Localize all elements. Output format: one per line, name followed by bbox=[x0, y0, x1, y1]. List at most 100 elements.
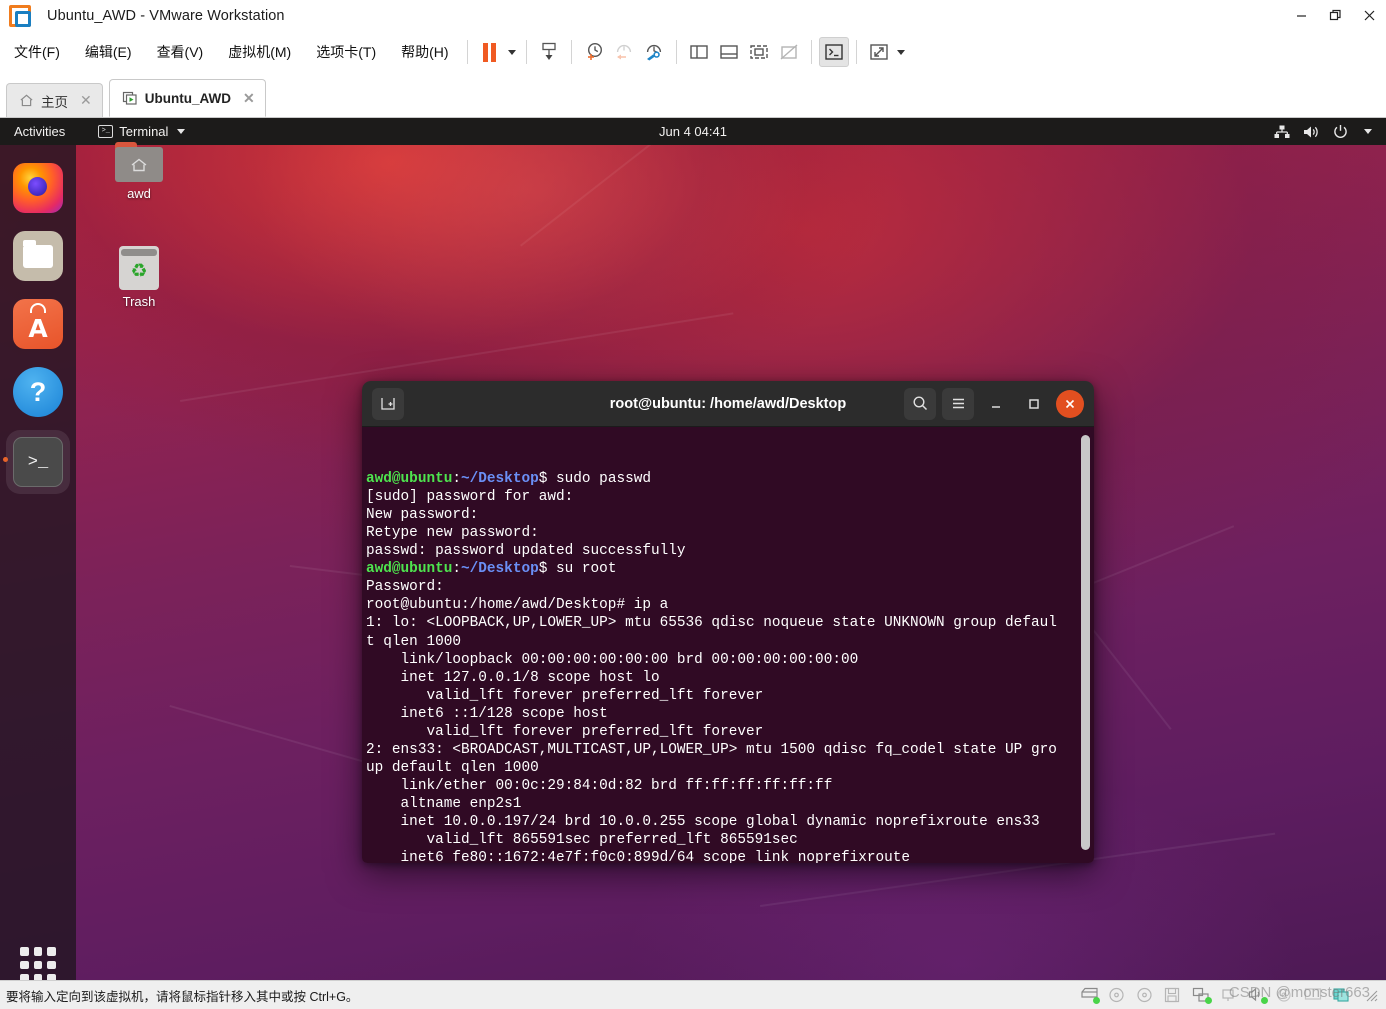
terminal-line: Retype new password: bbox=[366, 525, 539, 542]
terminal-output-area[interactable]: awd@ubuntu:~/Desktop$ sudo passwd [sudo] … bbox=[362, 427, 1094, 863]
expand-arrows-icon bbox=[869, 44, 888, 60]
terminal-line: passwd: password updated successfully bbox=[366, 543, 686, 560]
suspend-button[interactable] bbox=[475, 37, 505, 67]
dock-item-files[interactable] bbox=[13, 231, 63, 281]
usb-icon[interactable] bbox=[1220, 987, 1239, 1003]
ubuntu-software-icon bbox=[30, 303, 46, 313]
show-thumbnail-bar-button[interactable] bbox=[714, 37, 744, 67]
dock-item-firefox[interactable] bbox=[13, 163, 63, 213]
snapshot-add-icon bbox=[587, 42, 602, 60]
terminal-minimize-button[interactable] bbox=[980, 388, 1012, 420]
volume-indicator-icon bbox=[1304, 126, 1318, 137]
window-title: Ubuntu_AWD - VMware Workstation bbox=[47, 7, 285, 24]
console-view-button[interactable] bbox=[818, 37, 849, 67]
panel-bottom-icon bbox=[719, 45, 738, 59]
device-status-icons bbox=[1080, 987, 1386, 1004]
terminal-line: root@ubuntu:/home/awd/Desktop# ip a bbox=[366, 597, 669, 614]
tab-home[interactable]: 主页 ✕ bbox=[6, 83, 103, 117]
power-indicator-icon bbox=[1334, 125, 1347, 138]
cd-drive-2-icon[interactable] bbox=[1136, 987, 1155, 1003]
terminal-line: inet 10.0.0.197/24 brd 10.0.0.255 scope … bbox=[366, 813, 1040, 830]
terminal-close-button[interactable] bbox=[1056, 389, 1084, 418]
take-snapshot-button[interactable] bbox=[579, 37, 609, 67]
system-indicators[interactable] bbox=[1274, 124, 1372, 139]
menu-view[interactable]: 查看(V) bbox=[146, 38, 215, 66]
desktop-icon-awd-label: awd bbox=[127, 186, 151, 201]
home-icon bbox=[20, 94, 33, 107]
menu-help[interactable]: 帮助(H) bbox=[390, 38, 459, 66]
toolbar-divider bbox=[466, 40, 468, 64]
stretch-dropdown[interactable] bbox=[894, 38, 908, 66]
firefox-icon bbox=[28, 177, 47, 196]
network-adapter-icon[interactable] bbox=[1192, 987, 1212, 1004]
console-icon bbox=[824, 44, 843, 60]
display-icon[interactable] bbox=[1304, 987, 1323, 1003]
show-applications-button[interactable] bbox=[20, 947, 56, 980]
hard-disk-icon[interactable] bbox=[1080, 987, 1100, 1004]
terminal-line: 2: ens33: <BROADCAST,MULTICAST,UP,LOWER_… bbox=[366, 741, 1057, 758]
restore-button[interactable] bbox=[1318, 0, 1352, 31]
terminal-line: 1: lo: <LOOPBACK,UP,LOWER_UP> mtu 65536 … bbox=[366, 615, 1057, 632]
status-message: 要将输入定向到该虚拟机，请将鼠标指针移入其中或按 Ctrl+G。 bbox=[6, 989, 359, 1004]
close-button[interactable] bbox=[1352, 0, 1386, 31]
ubuntu-dock: A ? >_ bbox=[0, 145, 76, 980]
desktop-icon-awd[interactable]: awd bbox=[103, 142, 175, 201]
system-menu-chevron-icon bbox=[1364, 129, 1372, 134]
resize-grip-icon[interactable] bbox=[1364, 988, 1378, 1002]
new-tab-button[interactable] bbox=[372, 387, 404, 420]
terminal-menu-button[interactable] bbox=[942, 387, 974, 420]
menu-vm[interactable]: 虚拟机(M) bbox=[217, 38, 302, 66]
send-keys-icon bbox=[541, 42, 556, 60]
home-folder-icon bbox=[115, 142, 163, 182]
tab-ubuntu-awd-label: Ubuntu_AWD bbox=[144, 90, 231, 106]
fullscreen-icon bbox=[749, 45, 768, 59]
power-dropdown[interactable] bbox=[505, 38, 519, 66]
manage-snapshots-button[interactable] bbox=[639, 37, 669, 67]
unity-mode-button[interactable] bbox=[774, 37, 804, 67]
dock-item-terminal[interactable]: >_ bbox=[13, 437, 63, 487]
chevron-down-icon bbox=[507, 49, 516, 55]
minimize-button[interactable] bbox=[1284, 0, 1318, 31]
terminal-window: root@ubuntu: /home/awd/Desktop awd@ubunt… bbox=[362, 381, 1094, 863]
chevron-down-icon bbox=[896, 49, 905, 55]
stretch-guest-button[interactable] bbox=[864, 37, 894, 67]
cd-drive-icon[interactable] bbox=[1108, 987, 1127, 1003]
terminal-line: link/loopback 00:00:00:00:00:00 brd 00:0… bbox=[366, 651, 859, 668]
terminal-line: valid_lft forever preferred_lft forever bbox=[366, 723, 764, 740]
help-icon: ? bbox=[29, 376, 47, 407]
revert-snapshot-button[interactable] bbox=[609, 37, 639, 67]
terminal-search-button[interactable] bbox=[904, 387, 936, 420]
tab-home-label: 主页 bbox=[41, 94, 68, 110]
terminal-line: altname enp2s1 bbox=[366, 795, 522, 812]
menu-file[interactable]: 文件(F) bbox=[3, 38, 71, 66]
apps-grid-icon bbox=[20, 947, 29, 956]
toolbar-divider-3 bbox=[570, 40, 572, 64]
floppy-icon[interactable] bbox=[1164, 987, 1183, 1003]
vmware-tools-icon[interactable] bbox=[1332, 987, 1351, 1003]
close-icon[interactable]: ✕ bbox=[243, 90, 255, 107]
close-icon[interactable]: ✕ bbox=[80, 92, 92, 109]
menu-tabs[interactable]: 选项卡(T) bbox=[305, 38, 387, 66]
send-ctrl-alt-del-button[interactable] bbox=[534, 37, 564, 67]
full-screen-button[interactable] bbox=[744, 37, 774, 67]
terminal-scrollbar[interactable] bbox=[1081, 435, 1090, 855]
menu-edit[interactable]: 编辑(E) bbox=[74, 38, 143, 66]
gnome-top-bar: Activities >_ Terminal Jun 4 04:41 bbox=[0, 118, 1386, 145]
dock-item-help[interactable]: ? bbox=[13, 367, 63, 417]
vmware-tab-strip: 主页 ✕ Ubuntu_AWD ✕ bbox=[0, 73, 1386, 118]
printer-icon[interactable] bbox=[1276, 987, 1295, 1003]
new-tab-icon bbox=[381, 397, 395, 410]
toolbar-divider-2 bbox=[525, 40, 527, 64]
clock[interactable]: Jun 4 04:41 bbox=[0, 124, 1386, 139]
vmware-status-bar: 要将输入定向到该虚拟机，请将鼠标指针移入其中或按 Ctrl+G。 bbox=[0, 980, 1386, 1009]
tab-ubuntu-awd[interactable]: Ubuntu_AWD ✕ bbox=[108, 79, 266, 117]
terminal-maximize-button[interactable] bbox=[1018, 388, 1050, 420]
terminal-line: inet6 fe80::1672:4e7f:f0c0:899d/64 scope… bbox=[366, 850, 911, 863]
network-indicator-icon bbox=[1274, 125, 1290, 138]
dock-item-software[interactable]: A bbox=[13, 299, 63, 349]
desktop-icon-trash[interactable]: ♻ Trash bbox=[103, 246, 175, 309]
vmware-title-bar: Ubuntu_AWD - VMware Workstation bbox=[0, 0, 1386, 31]
sound-card-icon[interactable] bbox=[1248, 987, 1268, 1004]
show-sidebar-button[interactable] bbox=[684, 37, 714, 67]
terminal-line: New password: bbox=[366, 507, 479, 524]
